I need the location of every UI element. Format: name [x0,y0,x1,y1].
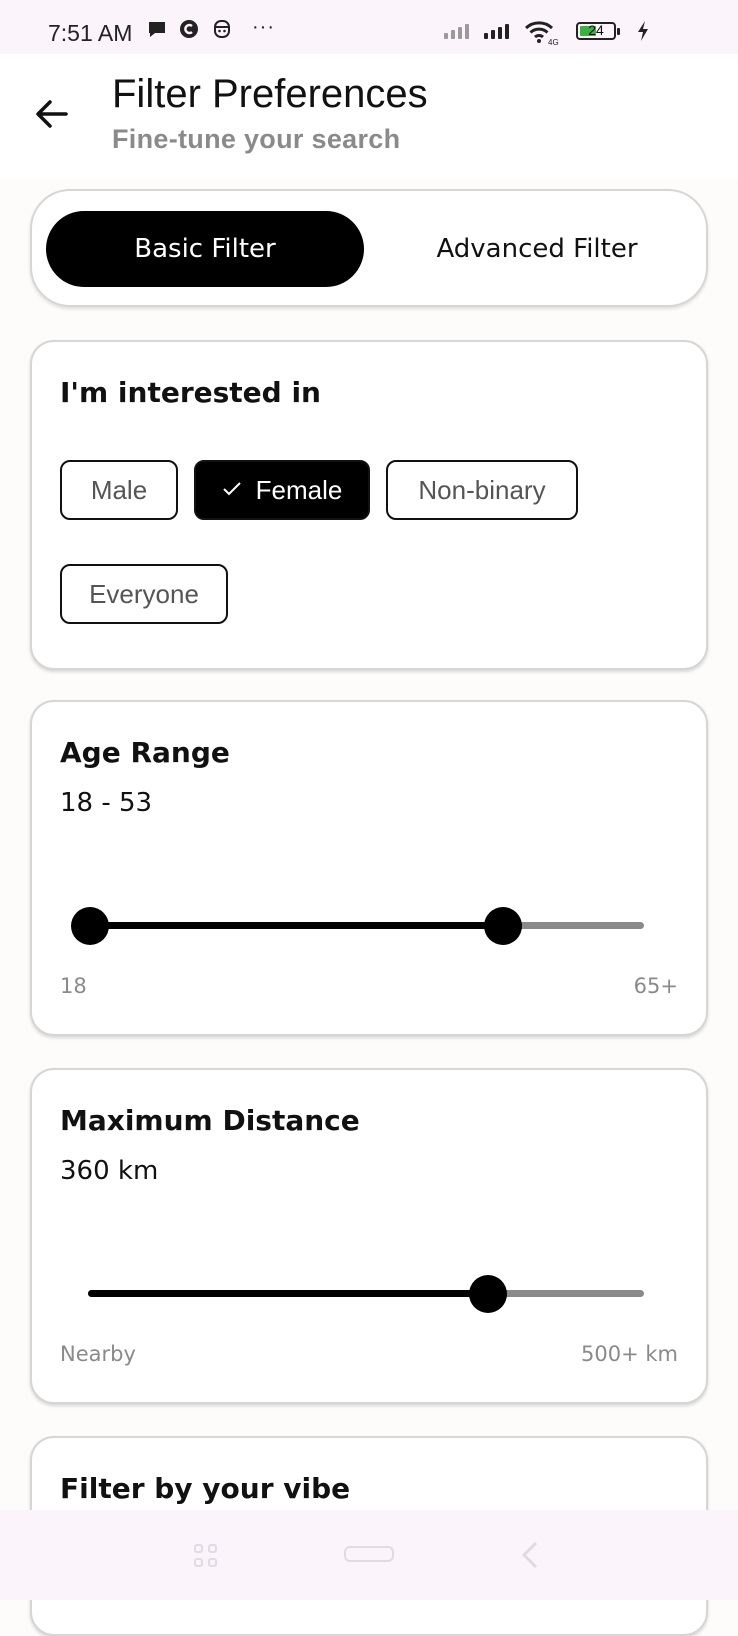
c-icon [178,18,200,46]
chip-label: Everyone [89,578,199,609]
max-distance-value: 360 km [60,1156,159,1186]
chip-label: Male [90,474,148,505]
distance-slider-active-track [88,1290,489,1297]
signal-icon [484,24,509,39]
age-max-label: 65+ [633,974,678,998]
back-button[interactable] [30,92,74,136]
distance-min-label: Nearby [60,1342,136,1366]
age-slider-active-track [90,922,503,929]
age-range-card: Age Range 18 - 53 18 65+ [30,700,708,1036]
interested-in-title: I'm interested in [60,376,321,409]
chip-everyone[interactable]: Everyone [60,564,228,624]
face-icon [212,18,232,46]
header: Filter Preferences Fine-tune your search [0,54,738,178]
age-range-value: 18 - 53 [60,788,153,818]
filter-tab-bar: Basic Filter Advanced Filter [30,189,708,307]
status-time: 7:51 AM [48,20,133,46]
age-slider-min-thumb[interactable] [71,907,109,945]
page-subtitle: Fine-tune your search [112,124,401,154]
distance-slider-thumb[interactable] [469,1275,508,1313]
check-icon [222,477,242,503]
chip-label: Non-binary [418,474,546,505]
distance-max-label: 500+ km [581,1342,678,1366]
vibe-title: Filter by your vibe [60,1472,351,1505]
network-label: 4G [548,38,559,47]
chat-icon [146,18,168,46]
home-button[interactable] [344,1546,394,1562]
chip-female[interactable]: Female [194,460,370,520]
age-min-label: 18 [60,974,87,998]
system-nav-bar [0,1510,738,1600]
tab-advanced-filter[interactable]: Advanced Filter [378,211,696,287]
page-title: Filter Preferences [112,72,428,116]
max-distance-card: Maximum Distance 360 km Nearby 500+ km [30,1068,708,1404]
charging-icon [636,20,650,48]
battery-level: 24 [588,22,604,38]
status-bar: 7:51 AM ··· 4G 24 [0,0,738,54]
arrow-left-icon [36,100,68,128]
chip-non-binary[interactable]: Non-binary [386,460,578,520]
age-range-title: Age Range [60,736,230,769]
tab-basic-filter[interactable]: Basic Filter [46,211,364,287]
recent-apps-icon[interactable] [194,1544,220,1570]
nav-back-icon[interactable] [520,1540,540,1578]
interested-in-card: I'm interested in Male Female Non-binary… [30,340,708,670]
more-icon: ··· [252,16,275,38]
chip-label: Female [255,474,343,505]
battery-icon: 24 [576,22,616,40]
chip-male[interactable]: Male [60,460,178,520]
signal-icon [444,24,469,39]
max-distance-title: Maximum Distance [60,1104,360,1137]
age-slider-max-thumb[interactable] [483,907,522,945]
